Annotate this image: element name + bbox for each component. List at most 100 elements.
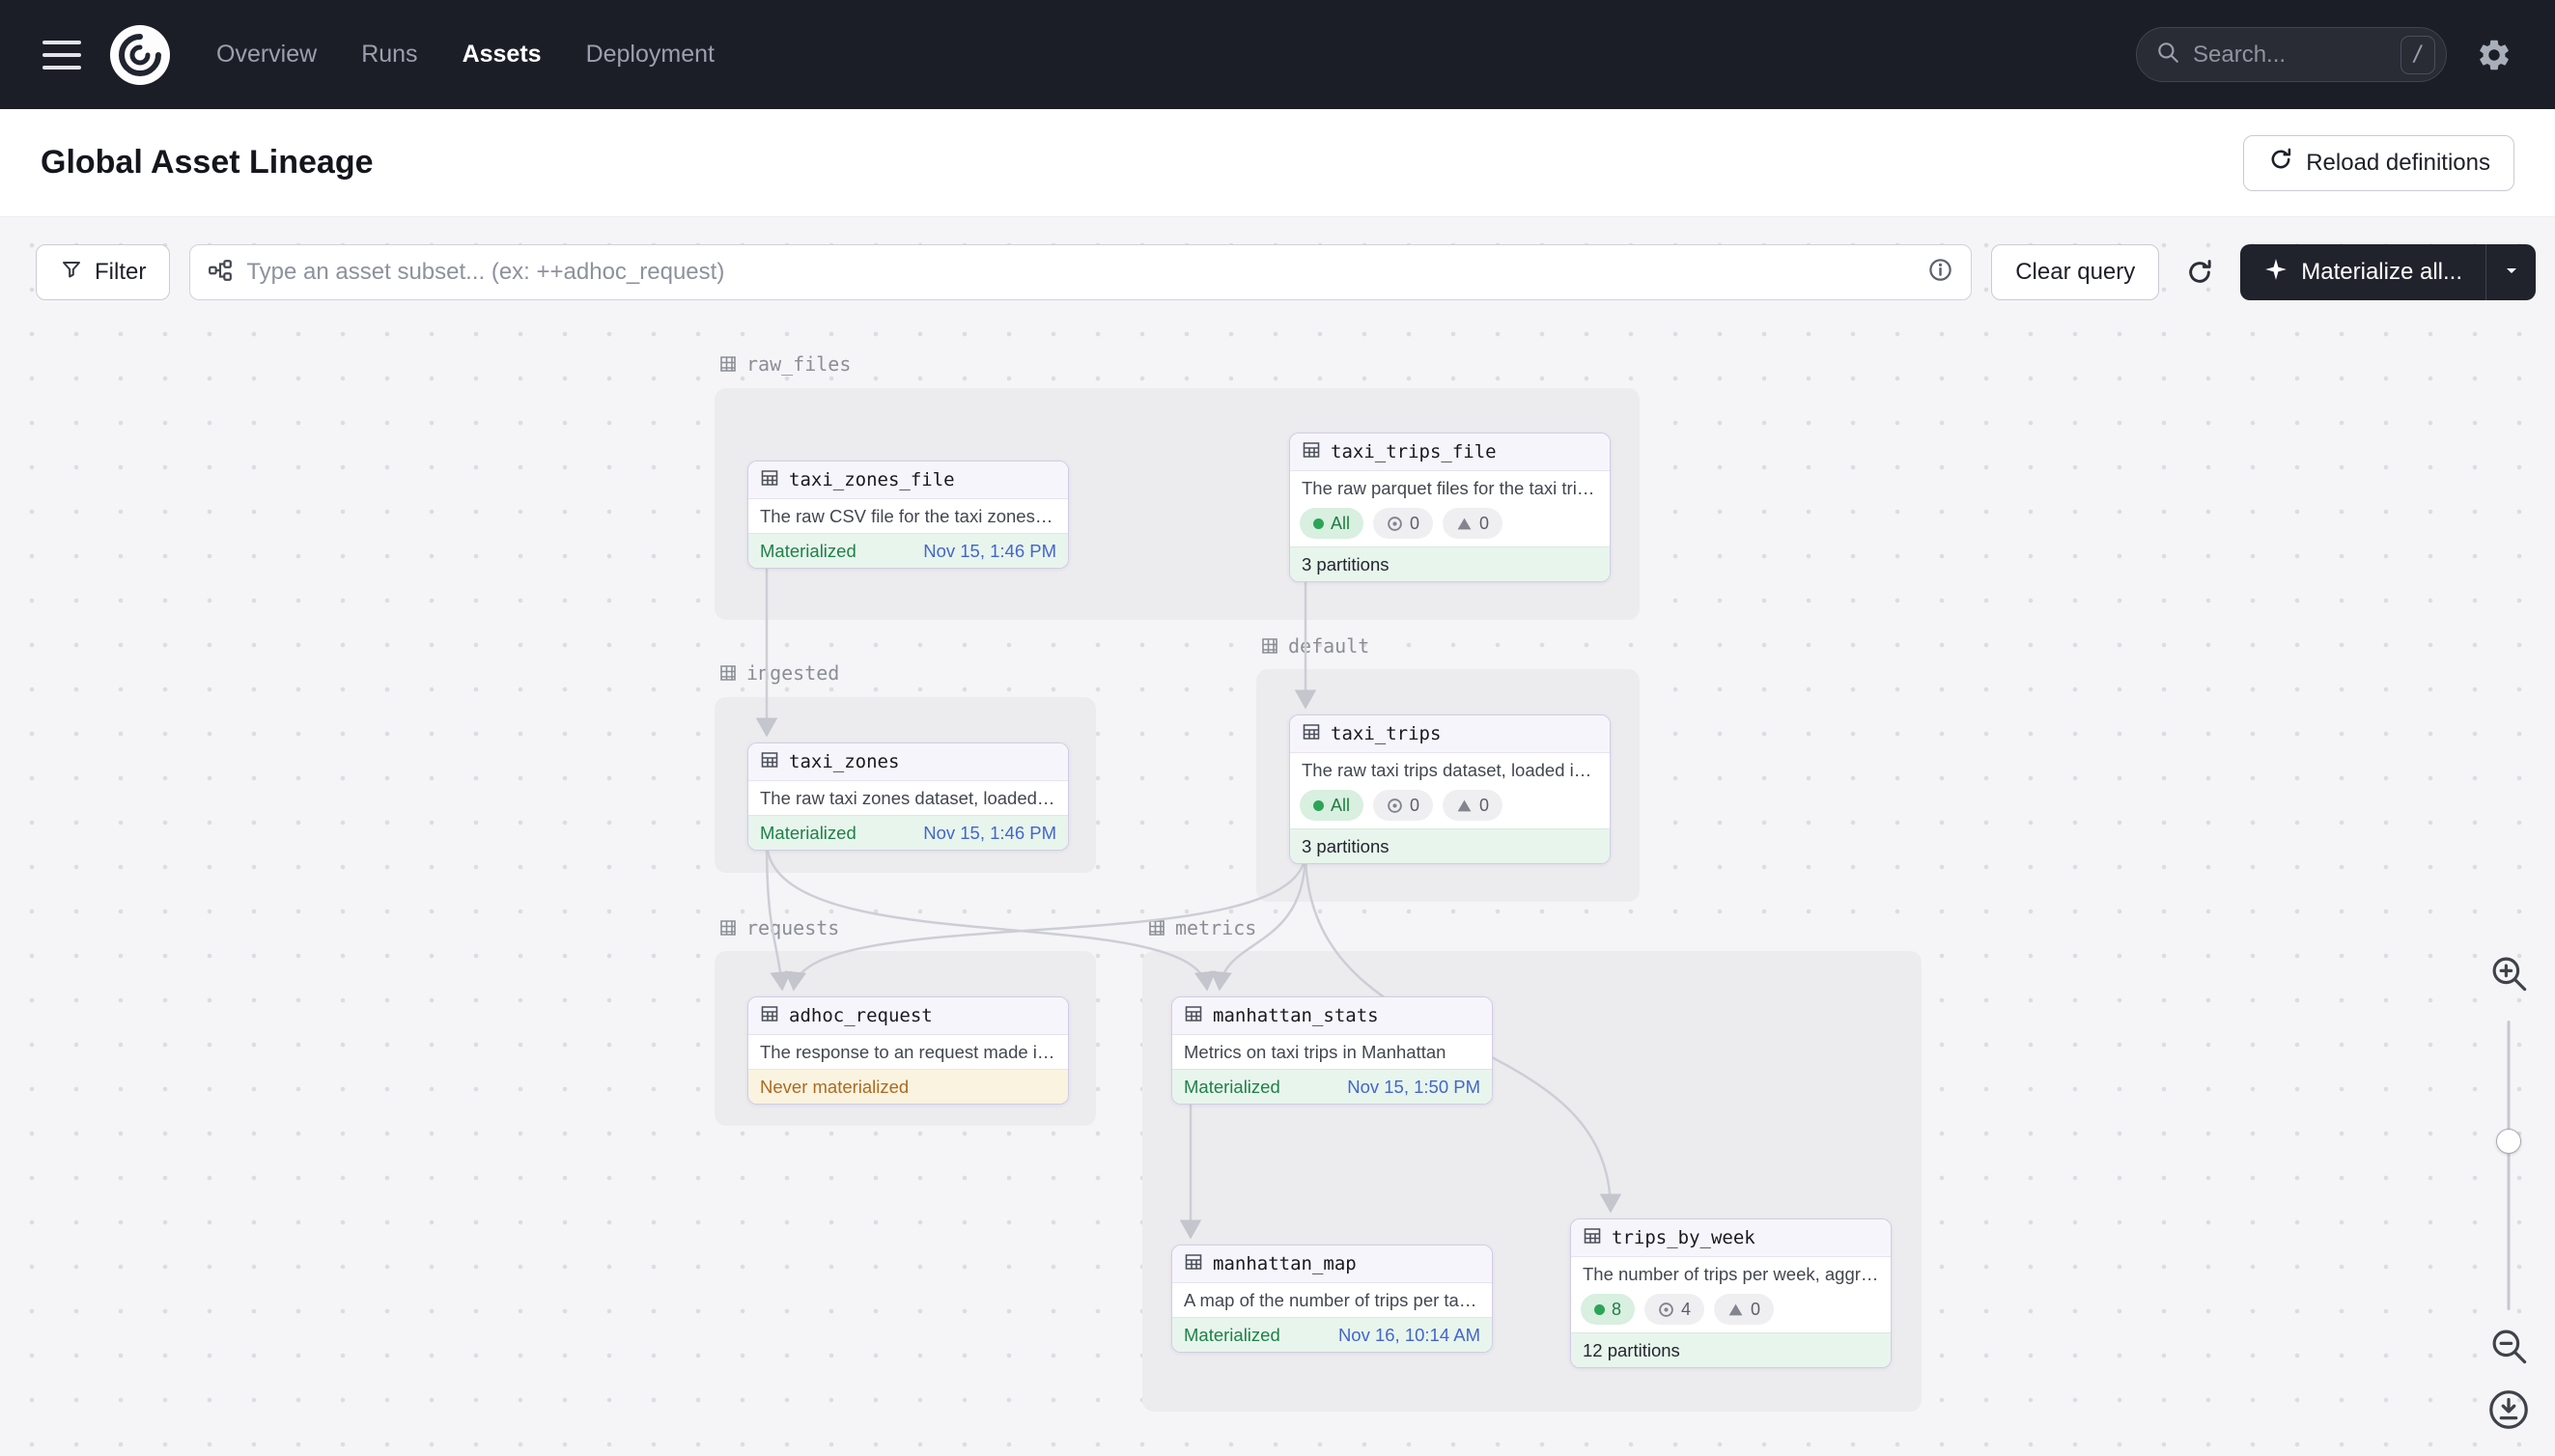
asset-status-row: Materialized Nov 15, 1:46 PM — [748, 815, 1068, 850]
asset-query-input[interactable] — [246, 259, 1914, 286]
partitions-failed-badge: 0 — [1443, 790, 1502, 821]
asset-status-row: Materialized Nov 15, 1:46 PM — [748, 533, 1068, 568]
materialize-icon — [2263, 257, 2288, 289]
asset-node-taxi-trips-file[interactable]: taxi_trips_file The raw parquet files fo… — [1289, 433, 1611, 582]
group-label-raw-files[interactable]: raw_files — [718, 352, 851, 376]
reload-definitions-button[interactable]: Reload definitions — [2243, 135, 2514, 191]
partitions-missing-badge: 0 — [1373, 790, 1433, 821]
asset-name: taxi_zones_file — [789, 467, 955, 492]
asset-node-adhoc-request[interactable]: adhoc_request The response to an request… — [747, 996, 1069, 1105]
zoom-out-icon[interactable] — [2488, 1326, 2529, 1366]
nav-link-runs[interactable]: Runs — [361, 41, 417, 69]
table-icon — [1583, 1226, 1602, 1250]
materialize-all-button[interactable]: Materialize all... — [2240, 244, 2485, 300]
table-icon — [1184, 1004, 1203, 1028]
lineage-canvas[interactable]: Filter Clear query Materialize all... — [0, 217, 2555, 1456]
materialization-status: Materialized — [760, 540, 856, 562]
global-search-box: / — [2136, 27, 2447, 82]
filter-button-label: Filter — [95, 259, 146, 286]
asset-name: manhattan_map — [1213, 1251, 1357, 1276]
green-dot-icon — [1313, 518, 1324, 529]
partitions-count: 3 partitions — [1302, 835, 1390, 857]
nav-link-deployment[interactable]: Deployment — [586, 41, 715, 69]
partition-badges: 8 4 0 — [1571, 1291, 1891, 1332]
nav-link-assets[interactable]: Assets — [463, 41, 542, 69]
partitions-failed-badge: 0 — [1714, 1294, 1774, 1325]
zoom-slider[interactable] — [2496, 1021, 2521, 1310]
materialize-all-split-button: Materialize all... — [2240, 244, 2536, 300]
table-icon — [1302, 440, 1321, 464]
group-name: raw_files — [746, 352, 851, 376]
asset-node-header: taxi_zones — [748, 743, 1068, 781]
asset-node-header: manhattan_map — [1172, 1246, 1492, 1283]
group-label-requests[interactable]: requests — [718, 916, 839, 939]
asset-node-header: trips_by_week — [1571, 1219, 1891, 1257]
filter-icon — [60, 258, 83, 288]
asset-node-manhattan-map[interactable]: manhattan_map A map of the number of tri… — [1171, 1245, 1493, 1353]
asset-selection-icon — [208, 258, 233, 288]
group-label-ingested[interactable]: ingested — [718, 661, 839, 685]
asset-node-taxi-zones[interactable]: taxi_zones The raw taxi zones dataset, l… — [747, 742, 1069, 851]
partitions-count-row: 3 partitions — [1290, 828, 1610, 863]
group-name: metrics — [1175, 916, 1256, 939]
partitions-missing-badge: 4 — [1644, 1294, 1704, 1325]
asset-node-manhattan-stats[interactable]: manhattan_stats Metrics on taxi trips in… — [1171, 996, 1493, 1105]
search-input[interactable] — [2193, 42, 2388, 69]
asset-name: adhoc_request — [789, 1003, 933, 1028]
info-icon[interactable] — [1927, 257, 1953, 288]
asset-node-header: taxi_zones_file — [748, 462, 1068, 499]
asset-name: manhattan_stats — [1213, 1003, 1379, 1028]
search-shortcut-badge: / — [2401, 36, 2435, 74]
materialize-dropdown-button[interactable] — [2485, 244, 2536, 300]
page-header: Global Asset Lineage Reload definitions — [0, 109, 2555, 217]
group-label-default[interactable]: default — [1260, 634, 1369, 658]
table-icon — [760, 750, 779, 774]
partition-badges: All 0 0 — [1290, 787, 1610, 828]
zoom-slider-track[interactable] — [2508, 1021, 2511, 1310]
refresh-graph-button[interactable] — [2178, 257, 2221, 288]
green-dot-icon — [1594, 1304, 1605, 1315]
asset-node-header: taxi_trips — [1290, 715, 1610, 753]
top-navbar: Overview Runs Assets Deployment / — [0, 0, 2555, 109]
partitions-count: 12 partitions — [1583, 1339, 1680, 1361]
partitions-missing-badge: 0 — [1373, 508, 1433, 539]
materialization-status: Materialized — [1184, 1324, 1280, 1346]
lineage-toolbar: Filter Clear query Materialize all... — [36, 244, 2536, 300]
partitions-success-badge: 8 — [1581, 1294, 1635, 1325]
asset-node-trips-by-week[interactable]: trips_by_week The number of trips per we… — [1570, 1218, 1892, 1368]
asset-node-header: manhattan_stats — [1172, 997, 1492, 1035]
gear-icon[interactable] — [2476, 37, 2513, 73]
asset-name: trips_by_week — [1612, 1225, 1755, 1250]
materialization-status: Materialized — [1184, 1076, 1280, 1098]
materialization-status: Materialized — [760, 822, 856, 844]
materialization-timestamp: Nov 16, 10:14 AM — [1338, 1324, 1480, 1346]
asset-node-taxi-zones-file[interactable]: taxi_zones_file The raw CSV file for the… — [747, 461, 1069, 569]
asset-name: taxi_trips_file — [1331, 439, 1497, 464]
asset-description: Metrics on taxi trips in Manhattan — [1172, 1035, 1492, 1069]
group-name: requests — [746, 916, 839, 939]
materialization-timestamp: Nov 15, 1:50 PM — [1347, 1076, 1480, 1098]
filter-button[interactable]: Filter — [36, 244, 170, 300]
table-icon — [760, 1004, 779, 1028]
asset-node-taxi-trips[interactable]: taxi_trips The raw taxi trips dataset, l… — [1289, 714, 1611, 864]
dagster-logo[interactable] — [110, 25, 170, 85]
asset-name: taxi_trips — [1331, 721, 1441, 746]
chevron-down-icon — [2500, 259, 2523, 287]
asset-name: taxi_zones — [789, 749, 899, 774]
zoom-in-icon[interactable] — [2488, 953, 2529, 994]
partitions-success-badge: All — [1300, 508, 1363, 539]
menu-icon[interactable] — [42, 41, 81, 70]
reload-definitions-label: Reload definitions — [2306, 150, 2490, 177]
page-title: Global Asset Lineage — [41, 144, 374, 182]
nav-link-overview[interactable]: Overview — [216, 41, 317, 69]
materialization-timestamp: Nov 15, 1:46 PM — [923, 822, 1056, 844]
table-icon — [1184, 1252, 1203, 1276]
group-label-metrics[interactable]: metrics — [1147, 916, 1256, 939]
zoom-controls — [2484, 953, 2534, 1432]
materialization-timestamp: Nov 15, 1:46 PM — [923, 540, 1056, 562]
table-icon — [1302, 722, 1321, 746]
clear-query-button[interactable]: Clear query — [1991, 244, 2159, 300]
download-icon[interactable] — [2486, 1387, 2531, 1432]
zoom-slider-handle[interactable] — [2496, 1129, 2521, 1154]
materialize-all-label: Materialize all... — [2301, 259, 2462, 286]
